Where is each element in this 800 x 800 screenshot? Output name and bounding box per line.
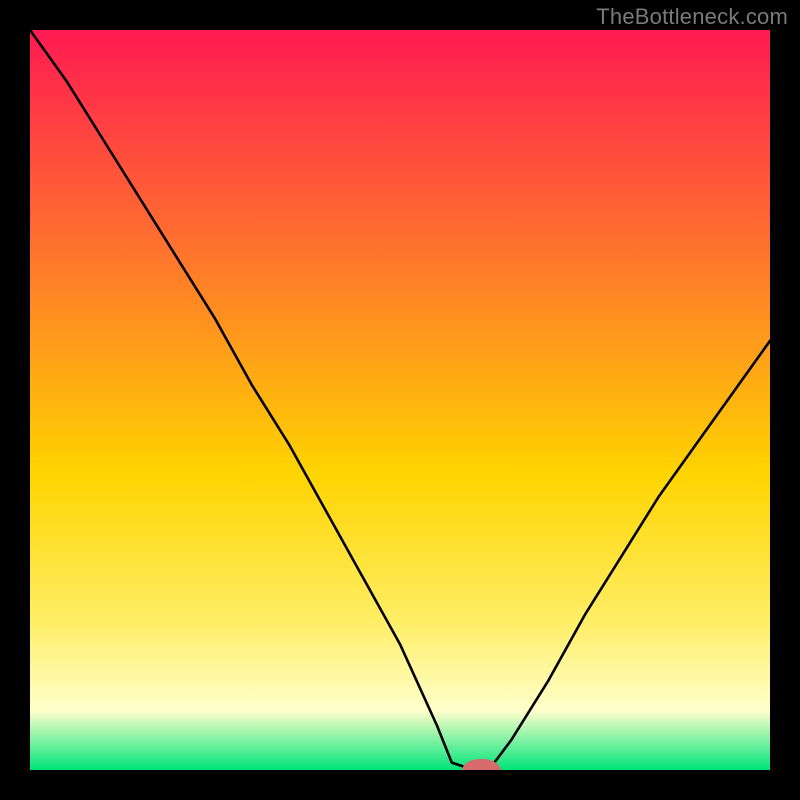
plot-area bbox=[30, 30, 770, 770]
bottleneck-chart bbox=[30, 30, 770, 770]
chart-frame: TheBottleneck.com bbox=[0, 0, 800, 800]
gradient-background bbox=[30, 30, 770, 770]
attribution-label: TheBottleneck.com bbox=[596, 4, 788, 30]
